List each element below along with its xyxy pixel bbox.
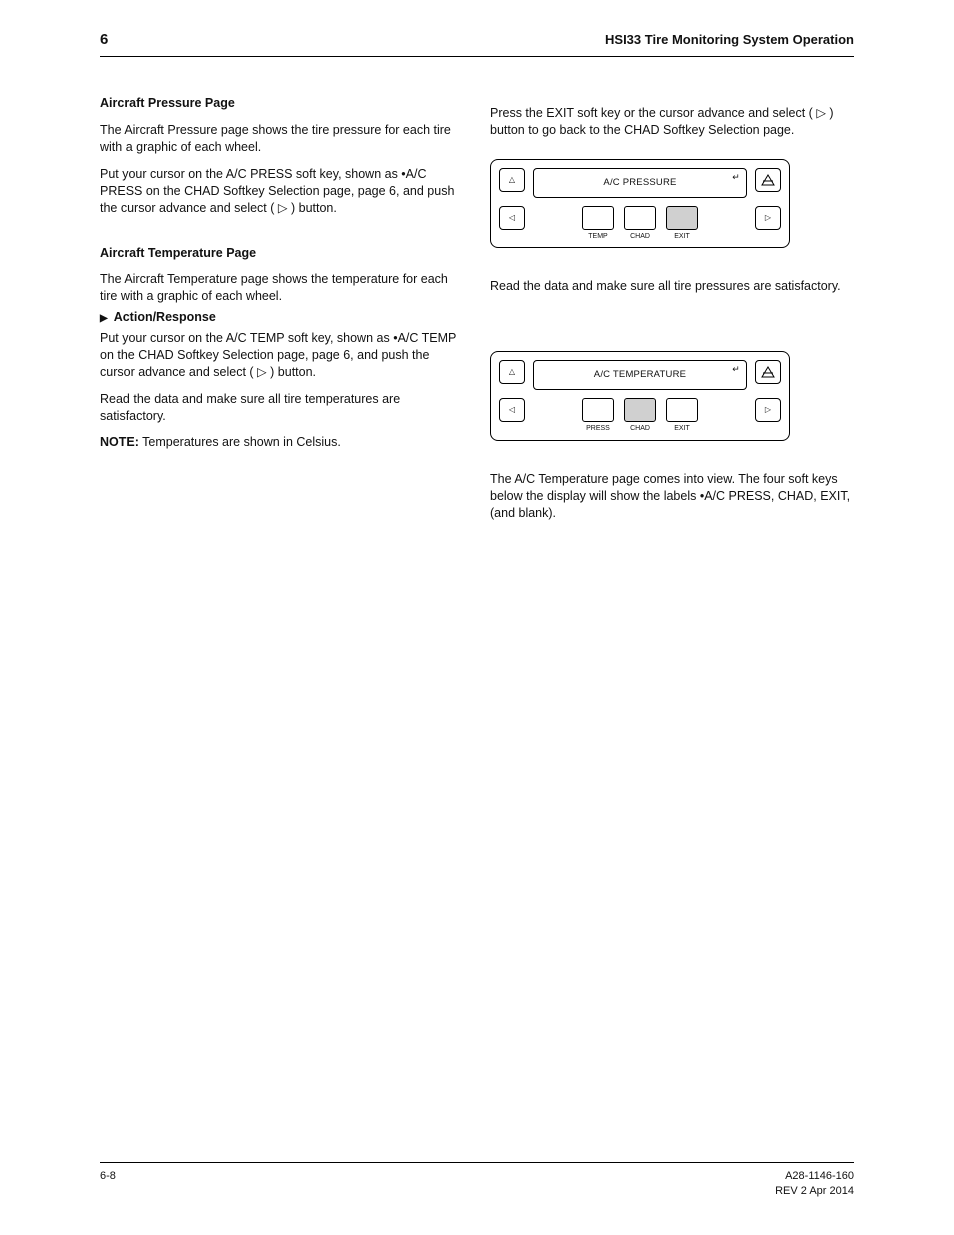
right-triangle-icon: ▷ xyxy=(278,201,288,215)
softkey-labels: PRESS CHAD EXIT xyxy=(533,424,747,433)
right-triangle-icon: ▷ xyxy=(257,365,267,379)
softkey-2[interactable] xyxy=(624,206,656,230)
left-note: NOTE: Temperatures are shown in Celsius. xyxy=(100,434,464,451)
enter-icon: ↵ xyxy=(732,363,740,375)
right-triangle-button[interactable]: ▷ xyxy=(755,206,781,230)
slot-number: 6 xyxy=(100,30,108,50)
action-response-heading: Action/Response xyxy=(100,309,464,326)
right-mid: Read the data and make sure all tire pre… xyxy=(490,278,854,295)
softkey-3[interactable] xyxy=(666,398,698,422)
softkey-1[interactable] xyxy=(582,206,614,230)
chad-display: A/C PRESSURE ↵ xyxy=(533,168,747,198)
left-para-2: Put your cursor on the A/C PRESS soft ke… xyxy=(100,166,464,217)
right-column: Press the EXIT soft key or the cursor ad… xyxy=(490,95,854,525)
left-column: Aircraft Pressure Page The Aircraft Pres… xyxy=(100,95,464,525)
softkey-3[interactable] xyxy=(666,206,698,230)
chad-display: A/C TEMPERATURE ↵ xyxy=(533,360,747,390)
chad-panel-temperature: △ A/C TEMPERATURE ↵ ◁ ▷ xyxy=(490,351,790,440)
softkey-1[interactable] xyxy=(582,398,614,422)
aircraft-pressure-heading: Aircraft Pressure Page xyxy=(100,95,464,112)
up-triangle-strike-button[interactable] xyxy=(755,360,781,384)
left-step-para: Put your cursor on the A/C TEMP soft key… xyxy=(100,330,464,381)
softkey-labels: TEMP CHAD EXIT xyxy=(533,232,747,241)
page-header: 6 HSI33 Tire Monitoring System Operation xyxy=(100,30,854,57)
right-triangle-button[interactable]: ▷ xyxy=(755,398,781,422)
left-triangle-button[interactable]: ◁ xyxy=(499,398,525,422)
right-after: The A/C Temperature page comes into view… xyxy=(490,471,854,522)
page-number: 6-8 xyxy=(100,1169,116,1199)
right-triangle-icon: ▷ xyxy=(816,106,826,120)
left-triangle-button[interactable]: ◁ xyxy=(499,206,525,230)
two-columns: Aircraft Pressure Page The Aircraft Pres… xyxy=(100,95,854,525)
softkey-2[interactable] xyxy=(624,398,656,422)
page-footer: 6-8 A28-1146-160 REV 2 Apr 2014 xyxy=(100,1162,854,1199)
up-triangle-button[interactable]: △ xyxy=(499,360,525,384)
softkeys-row xyxy=(533,206,747,230)
softkeys-row xyxy=(533,398,747,422)
doc-rev: A28-1146-160 REV 2 Apr 2014 xyxy=(775,1169,854,1199)
up-triangle-button[interactable]: △ xyxy=(499,168,525,192)
up-triangle-strike-button[interactable] xyxy=(755,168,781,192)
chad-panel-pressure: △ A/C PRESSURE ↵ ◁ ▷ xyxy=(490,159,790,248)
left-note-intro: Read the data and make sure all tire tem… xyxy=(100,391,464,425)
enter-icon: ↵ xyxy=(732,171,740,183)
left-para-3: The Aircraft Temperature page shows the … xyxy=(100,271,464,305)
section-title: HSI33 Tire Monitoring System Operation xyxy=(605,31,854,49)
right-intro: Press the EXIT soft key or the cursor ad… xyxy=(490,105,854,139)
left-para-1: The Aircraft Pressure page shows the tir… xyxy=(100,122,464,156)
aircraft-temp-heading: Aircraft Temperature Page xyxy=(100,245,464,262)
